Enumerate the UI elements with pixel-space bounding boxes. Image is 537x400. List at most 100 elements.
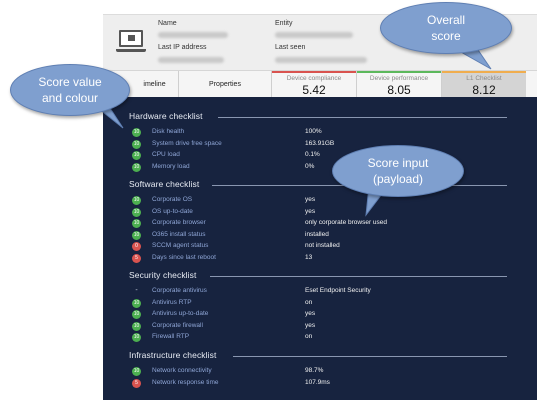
score-badge: -: [135, 287, 138, 294]
check-value: 163.91GB: [305, 139, 335, 147]
score-badge: 10: [132, 139, 141, 149]
entity-value-redacted: [275, 32, 353, 38]
tab-device-performance[interactable]: Device performance 8.05: [357, 71, 441, 98]
checklist-row: 10 Corporate OS yes: [103, 195, 537, 206]
check-value: 13: [305, 254, 313, 261]
check-value: on: [305, 333, 313, 341]
tab-device-compliance[interactable]: Device compliance 5.42: [272, 71, 356, 98]
check-label: Antivirus up-to-date: [152, 310, 209, 318]
score-badge: 10: [132, 333, 141, 343]
check-label: Corporate browser: [152, 219, 206, 227]
checklist-row: 5 Days since last reboot 13: [103, 253, 537, 264]
checklist-row: 10 Antivirus RTP on: [103, 298, 537, 309]
checklist-row: 10 Memory load 0%: [103, 162, 537, 173]
score-value-callout: Score value and colour: [10, 64, 130, 116]
l1-checklist-score: 8.12: [472, 83, 496, 97]
check-label: System drive free space: [152, 139, 222, 147]
last-seen-value-redacted: [275, 57, 367, 63]
last-ip-label: Last IP address: [158, 44, 207, 51]
tab-timeline-label: imeline: [143, 81, 166, 88]
overall-callout-line1: Overall: [426, 13, 465, 27]
device-performance-score: 8.05: [387, 83, 411, 97]
score-badge: 5: [132, 254, 141, 263]
section-divider: [233, 356, 507, 357]
name-value-redacted: [158, 32, 228, 38]
checklist-panel: Hardware checklist 10 Disk health 100% 10 Sys…: [103, 97, 537, 400]
checklist-row: 10 Corporate firewall yes: [103, 321, 537, 332]
score-badge: 10: [132, 128, 141, 137]
check-value: Eset Endpoint Security: [305, 287, 371, 294]
section-title: Software checklist: [129, 179, 200, 189]
checklist-row: 10 OS up-to-date yes: [103, 207, 537, 218]
check-label: Corporate firewall: [152, 321, 203, 329]
check-label: Firewall RTP: [152, 333, 190, 341]
score-badge: 10: [132, 310, 141, 320]
checklist-row: - Corporate antivirus Eset Endpoint Securi…: [103, 286, 537, 297]
check-label: OS up-to-date: [152, 207, 193, 215]
check-value: 0%: [305, 162, 315, 170]
section-divider: [218, 117, 507, 118]
check-value: 0.1%: [305, 151, 320, 159]
check-value: yes: [305, 321, 316, 329]
check-value: only corporate browser used: [305, 219, 388, 227]
score-badge: 5: [132, 378, 141, 388]
score-badge: 10: [132, 162, 141, 172]
check-value: yes: [305, 310, 316, 318]
score-value-callout-line1: Score value: [38, 75, 102, 89]
score-input-callout-line2: (payload): [372, 172, 423, 186]
score-input-callout: Score input (payload): [332, 145, 464, 197]
score-badge: 0: [132, 242, 141, 252]
check-value: installed: [305, 230, 329, 238]
tab-l1-checklist[interactable]: L1 Checklist 8.12: [442, 71, 526, 98]
checklist-row: 10 System drive free space 163.91GB: [103, 139, 537, 150]
score-badge: 10: [132, 321, 141, 331]
score-badge: 10: [132, 367, 141, 376]
checklist-row: 10 Antivirus up-to-date yes: [103, 309, 537, 320]
name-label: Name: [158, 20, 177, 27]
checklist-row: 5 Network response time 107.9ms: [103, 378, 537, 389]
check-label: Corporate antivirus: [152, 287, 207, 294]
overall-score-callout: Overall score: [380, 2, 512, 54]
check-label: CPU load: [152, 151, 180, 159]
checklist-row: 10 Firewall RTP on: [103, 332, 537, 343]
check-value: 100%: [305, 128, 322, 135]
check-label: Memory load: [152, 162, 190, 170]
check-value: on: [305, 298, 313, 306]
checklist-row: 10 Network connectivity 98.7%: [103, 366, 537, 377]
section-title: Infrastructure checklist: [129, 350, 217, 360]
laptop-icon: [116, 30, 146, 52]
entity-label: Entity: [275, 20, 293, 27]
score-input-callout-line1: Score input: [367, 156, 429, 170]
ip-value-redacted: [158, 57, 224, 63]
screenshot-stage: { "header": { "name_label": "Name", "ent…: [0, 0, 537, 400]
check-value: yes: [305, 196, 316, 203]
score-badge: 10: [132, 230, 141, 240]
check-label: SCCM agent status: [152, 242, 209, 250]
check-value: not installed: [305, 242, 340, 250]
overall-callout-line2: score: [431, 29, 461, 43]
score-badge: 10: [132, 207, 141, 217]
last-seen-label: Last seen: [275, 44, 306, 51]
tab-strip: imeline Properties Device compliance 5.4…: [103, 70, 537, 98]
check-label: Network connectivity: [152, 367, 212, 374]
check-label: O365 install status: [152, 230, 206, 238]
section-divider: [210, 276, 507, 277]
check-value: yes: [305, 207, 316, 215]
checklist-row: 10 O365 install status installed: [103, 230, 537, 241]
check-label: Days since last reboot: [152, 254, 216, 261]
section-title: Hardware checklist: [129, 111, 203, 121]
score-value-callout-line2: and colour: [41, 91, 99, 105]
checklist-row: 10 Disk health 100%: [103, 127, 537, 138]
tab-properties[interactable]: Properties: [179, 71, 271, 98]
section-title: Security checklist: [129, 270, 197, 280]
score-badge: 10: [132, 219, 141, 229]
check-label: Network response time: [152, 378, 219, 386]
check-label: Corporate OS: [152, 196, 193, 203]
checklist-row: 0 SCCM agent status not installed: [103, 241, 537, 252]
score-badge: 10: [132, 196, 141, 205]
score-badge: 10: [132, 151, 141, 161]
check-value: 98.7%: [305, 367, 324, 374]
check-value: 107.9ms: [305, 378, 330, 386]
check-label: Antivirus RTP: [152, 298, 192, 306]
l1-checklist-label: L1 Checklist: [466, 75, 502, 82]
